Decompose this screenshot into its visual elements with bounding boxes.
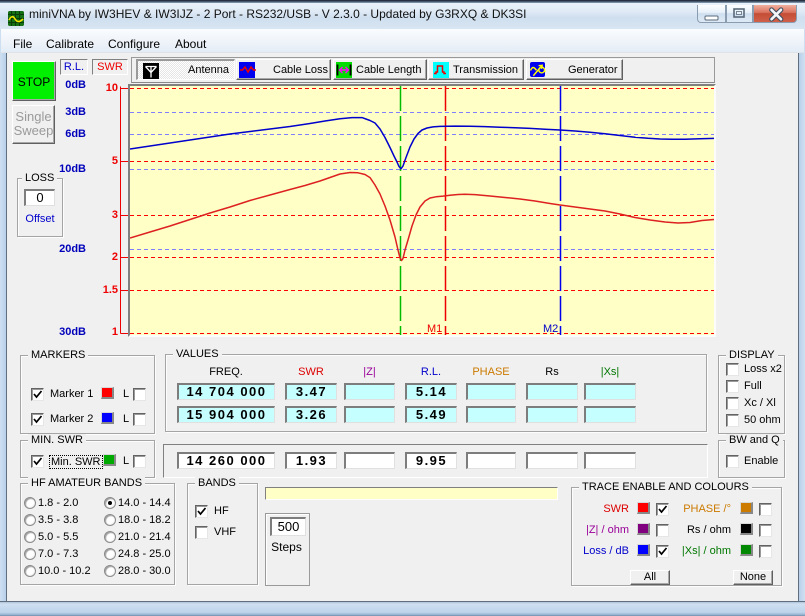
svg-text:M1: M1 [427,323,442,335]
svg-text:M2: M2 [543,323,558,335]
